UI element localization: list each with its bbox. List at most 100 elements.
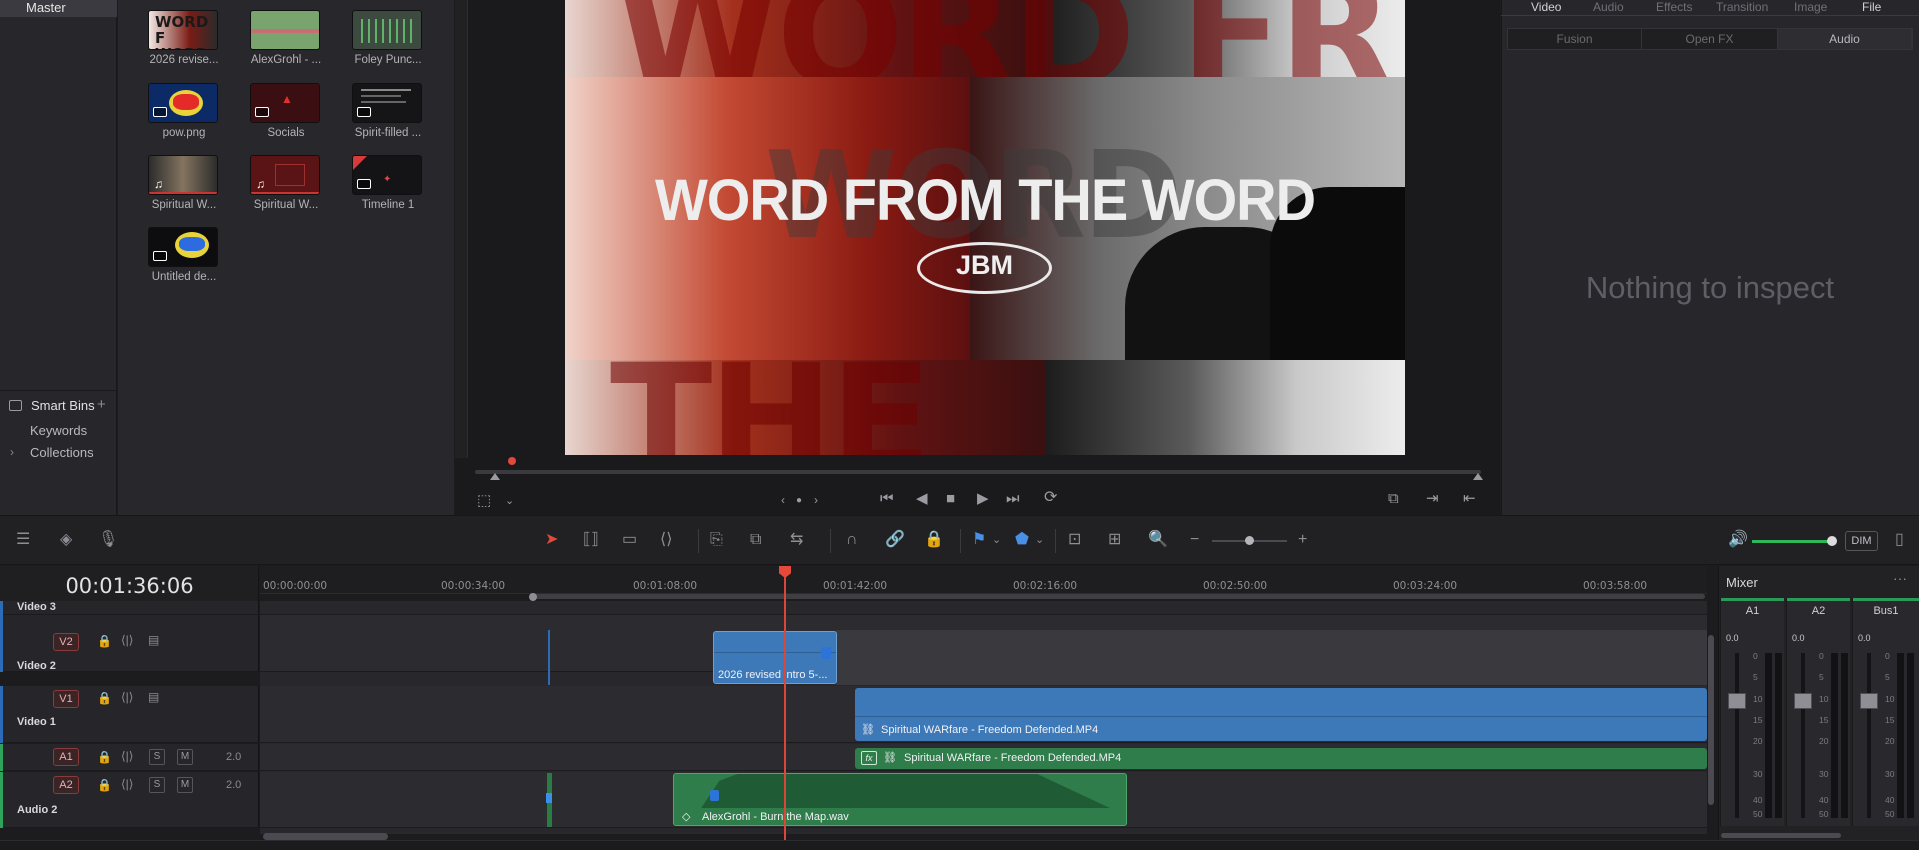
play-icon[interactable]: ▶ (977, 491, 989, 506)
skip-to-end-icon[interactable]: ⏭ (1006, 491, 1020, 506)
lock-icon[interactable]: 🔒 (97, 750, 112, 764)
zoom-detail-icon[interactable]: ⊞ (1108, 532, 1121, 548)
timeline-clip-a1[interactable]: fx ⛓ Spiritual WARfare - Freedom Defende… (855, 748, 1707, 769)
track-id-v1[interactable]: V1 (53, 690, 79, 708)
chevron-right-icon[interactable]: › (10, 445, 14, 459)
match-frame-icon[interactable]: ⧉ (1388, 491, 1399, 506)
media-clip[interactable]: pow.png (148, 73, 220, 143)
viewer-frame[interactable]: WORD FR THE WORD WORD WORD FROM THE WORD… (565, 0, 1405, 455)
chevron-down-icon[interactable]: ⌄ (992, 532, 1001, 548)
trim-tool-icon[interactable]: ⟦⟧ (583, 532, 599, 548)
chevron-down-icon[interactable]: ⌄ (505, 494, 514, 509)
film-icon[interactable]: ▤ (148, 690, 159, 704)
timeline-options-icon[interactable]: ☰ (16, 532, 30, 548)
track-id-v2[interactable]: V2 (53, 633, 79, 651)
nav-dot-icon[interactable]: ● (796, 493, 802, 508)
auto-select-icon[interactable]: ⟨|⟩ (121, 690, 133, 704)
subtab-openfx[interactable]: Open FX (1642, 29, 1778, 49)
add-smart-bin-icon[interactable]: + (97, 396, 106, 413)
smart-bin-collections[interactable]: Collections (30, 445, 94, 460)
blade-tool-icon[interactable]: ⟨⟩ (660, 532, 672, 548)
viewer-size-icon[interactable]: ⬚ (477, 493, 491, 508)
snapping-diamond-icon[interactable]: ◈ (60, 532, 72, 548)
scrubber-playhead[interactable] (508, 457, 516, 465)
tab-video[interactable]: Video (1531, 0, 1561, 14)
marker-icon[interactable] (821, 647, 831, 659)
solo-button[interactable]: S (149, 749, 165, 765)
zoom-custom-icon[interactable]: 🔍 (1148, 532, 1168, 548)
timeline-clip-a2[interactable]: ◇ AlexGrohl - Burn the Map.wav (673, 773, 1127, 826)
lock-icon[interactable]: 🔒 (97, 634, 112, 648)
auto-select-icon[interactable]: ⟨|⟩ (121, 633, 133, 647)
zoom-slider-knob[interactable] (1245, 536, 1254, 545)
marker-icon[interactable] (710, 790, 719, 801)
mute-button[interactable]: M (177, 749, 193, 765)
lock-icon[interactable]: 🔒 (97, 778, 112, 792)
track-id-a2[interactable]: A2 (53, 776, 79, 794)
loop-icon[interactable]: ⟳ (1044, 490, 1057, 506)
track-id-a1[interactable]: A1 (53, 748, 79, 766)
tab-file[interactable]: File (1862, 0, 1881, 14)
meter-icon[interactable]: ▯ (1895, 532, 1904, 548)
dim-button[interactable]: DIM (1845, 531, 1878, 551)
chevron-down-icon[interactable]: ⌄ (1035, 532, 1044, 548)
bin-master[interactable]: Master (0, 0, 117, 17)
smart-bins-header[interactable]: Smart Bins + (0, 396, 117, 415)
zoom-full-icon[interactable]: ⊡ (1068, 532, 1081, 548)
options-icon[interactable]: ··· (1893, 570, 1907, 586)
tab-image[interactable]: Image (1794, 0, 1827, 14)
lock-icon[interactable]: 🔒 (97, 691, 112, 705)
dynamic-trim-icon[interactable]: ▭ (622, 532, 637, 548)
media-clip[interactable]: Spirit-filled ... (352, 73, 424, 143)
zoom-in-icon[interactable]: + (1298, 532, 1307, 548)
media-clip[interactable]: Untitled de... (148, 217, 220, 287)
viewer-scrubber[interactable] (475, 470, 1481, 474)
lock-icon[interactable]: 🔒 (924, 532, 944, 548)
timeline-horizontal-scrollbar[interactable] (263, 833, 388, 840)
replace-clip-icon[interactable]: ⇆ (790, 532, 803, 548)
media-clip[interactable]: AlexGrohl - ... (250, 0, 322, 70)
out-point-marker[interactable] (1473, 473, 1483, 480)
media-clip[interactable]: ▲ Socials (250, 73, 322, 143)
prev-edit-icon[interactable]: ⇤ (1463, 491, 1476, 506)
voiceover-mic-icon[interactable]: 🎙 (98, 532, 118, 548)
next-edit-icon[interactable]: ⇥ (1426, 491, 1439, 506)
stop-icon[interactable]: ■ (946, 491, 955, 506)
snapping-icon[interactable]: ∩ (846, 532, 858, 548)
volume-knob[interactable] (1827, 536, 1837, 546)
timeline-clip-v1[interactable]: ⛓ Spiritual WARfare - Freedom Defended.M… (855, 688, 1707, 741)
range-bar-handle[interactable] (529, 593, 537, 601)
media-clip[interactable]: ♫ Spiritual W... (148, 145, 220, 215)
nav-prev-icon[interactable]: ‹ (781, 493, 785, 508)
fader-track[interactable] (1801, 653, 1805, 818)
skip-to-start-icon[interactable]: ⏮ (880, 491, 894, 506)
timeline-range-bar[interactable] (532, 594, 1705, 599)
timecode-display[interactable]: 00:01:36:06 (0, 574, 259, 598)
fx-badge[interactable]: fx (861, 751, 877, 765)
fader-knob[interactable] (1728, 693, 1746, 709)
auto-select-icon[interactable]: ⟨|⟩ (121, 749, 133, 763)
insert-clip-icon[interactable]: ⎘ (710, 532, 723, 548)
tab-transition[interactable]: Transition (1716, 0, 1768, 14)
smart-bin-keywords[interactable]: Keywords (30, 423, 87, 438)
media-clip[interactable]: ♫ Spiritual W... (250, 145, 322, 215)
play-reverse-icon[interactable]: ◀ (916, 491, 928, 506)
in-point-marker[interactable] (490, 473, 500, 480)
overwrite-clip-icon[interactable]: ⧉ (750, 532, 761, 548)
fader-track[interactable] (1867, 653, 1871, 818)
clip-sliver[interactable] (548, 630, 550, 685)
fader-track[interactable] (1735, 653, 1739, 818)
media-clip[interactable]: ✦ Timeline 1 (352, 145, 424, 215)
solo-button[interactable]: S (149, 777, 165, 793)
fader-knob[interactable] (1794, 693, 1812, 709)
marker-icon[interactable]: ⬟ (1015, 532, 1029, 548)
volume-icon[interactable]: 🔊 (1728, 532, 1748, 548)
auto-select-icon[interactable]: ⟨|⟩ (121, 777, 133, 791)
subtab-audio[interactable]: Audio (1778, 29, 1912, 49)
mixer-scrollbar[interactable] (1721, 833, 1841, 838)
marker-icon[interactable] (546, 793, 552, 803)
timeline-clip-v2[interactable]: 2026 revised intro 5-... (713, 631, 837, 684)
master-volume-slider[interactable] (1752, 540, 1832, 543)
media-clip[interactable]: Foley Punc... (352, 0, 424, 70)
subtab-fusion[interactable]: Fusion (1508, 29, 1642, 49)
